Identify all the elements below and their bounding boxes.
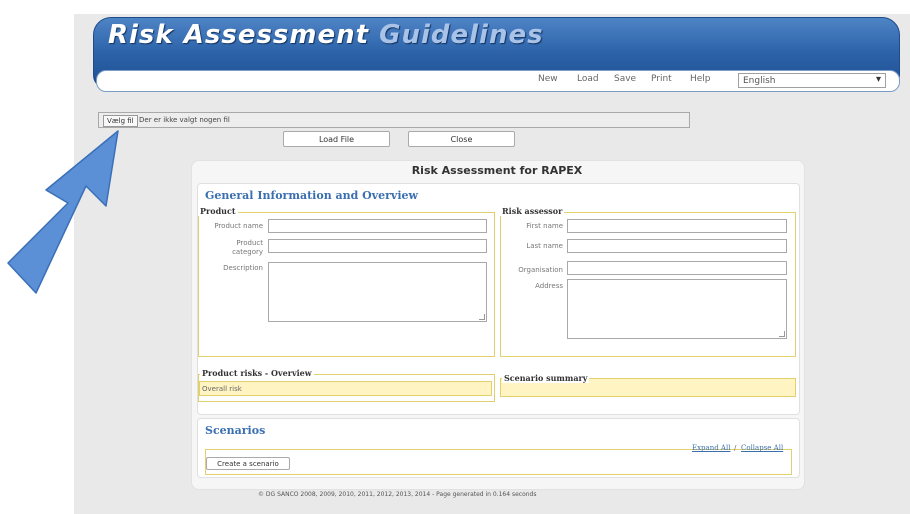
risk-assessor-legend: Risk assessor — [500, 206, 565, 216]
scenarios-heading: Scenarios — [205, 424, 266, 437]
pointer-arrow-icon — [7, 130, 119, 294]
product-category-input[interactable] — [268, 239, 487, 253]
file-chooser: Vælg fil Der er ikke valgt nogen fil — [98, 112, 690, 128]
scenarios-fieldset — [205, 449, 792, 475]
language-value: English — [743, 76, 776, 86]
expand-all-link[interactable]: Expand All — [692, 444, 730, 452]
menu-new[interactable]: New — [538, 74, 558, 84]
first-name-input[interactable] — [567, 219, 787, 233]
product-name-input[interactable] — [268, 219, 487, 233]
create-scenario-button[interactable]: Create a scenario — [206, 457, 290, 470]
product-category-label-line1: Product — [236, 239, 263, 247]
chevron-down-icon: ▾ — [875, 74, 881, 85]
product-legend: Product — [198, 206, 238, 216]
product-risks-legend: Product risks - Overview — [200, 368, 314, 378]
panel-title: Risk Assessment for RAPEX — [411, 164, 583, 177]
product-category-label-line2: category — [232, 248, 263, 256]
last-name-label: Last name — [526, 242, 563, 250]
footer-copyright: © DG SANCO 2008, 2009, 2010, 2011, 2012,… — [258, 491, 537, 498]
overall-risk-row: Overall risk — [199, 381, 492, 396]
resize-grip-icon[interactable] — [479, 314, 485, 320]
description-label: Description — [223, 264, 263, 272]
product-name-label: Product name — [214, 222, 263, 230]
menu-help[interactable]: Help — [690, 74, 711, 84]
scenario-summary-legend: Scenario summary — [502, 373, 590, 383]
language-select[interactable]: English ▾ — [738, 73, 886, 88]
close-button[interactable]: Close — [408, 131, 515, 147]
description-textarea[interactable] — [268, 262, 487, 322]
menu-load[interactable]: Load — [577, 74, 599, 84]
first-name-label: First name — [526, 222, 563, 230]
menu-save[interactable]: Save — [614, 74, 636, 84]
load-file-button[interactable]: Load File — [283, 131, 390, 147]
organisation-label: Organisation — [518, 266, 563, 274]
organisation-input[interactable] — [567, 261, 787, 275]
menu-print[interactable]: Print — [651, 74, 672, 84]
app-title: Risk Assessment Guidelines — [108, 20, 544, 50]
address-label: Address — [535, 282, 563, 290]
resize-grip-icon[interactable] — [779, 331, 785, 337]
last-name-input[interactable] — [567, 239, 787, 253]
address-textarea[interactable] — [567, 279, 787, 339]
general-info-heading: General Information and Overview — [205, 189, 418, 202]
link-separator: / — [734, 444, 737, 452]
file-status-text: Der er ikke valgt nogen fil — [139, 116, 230, 124]
collapse-all-link[interactable]: Collapse All — [741, 444, 783, 452]
